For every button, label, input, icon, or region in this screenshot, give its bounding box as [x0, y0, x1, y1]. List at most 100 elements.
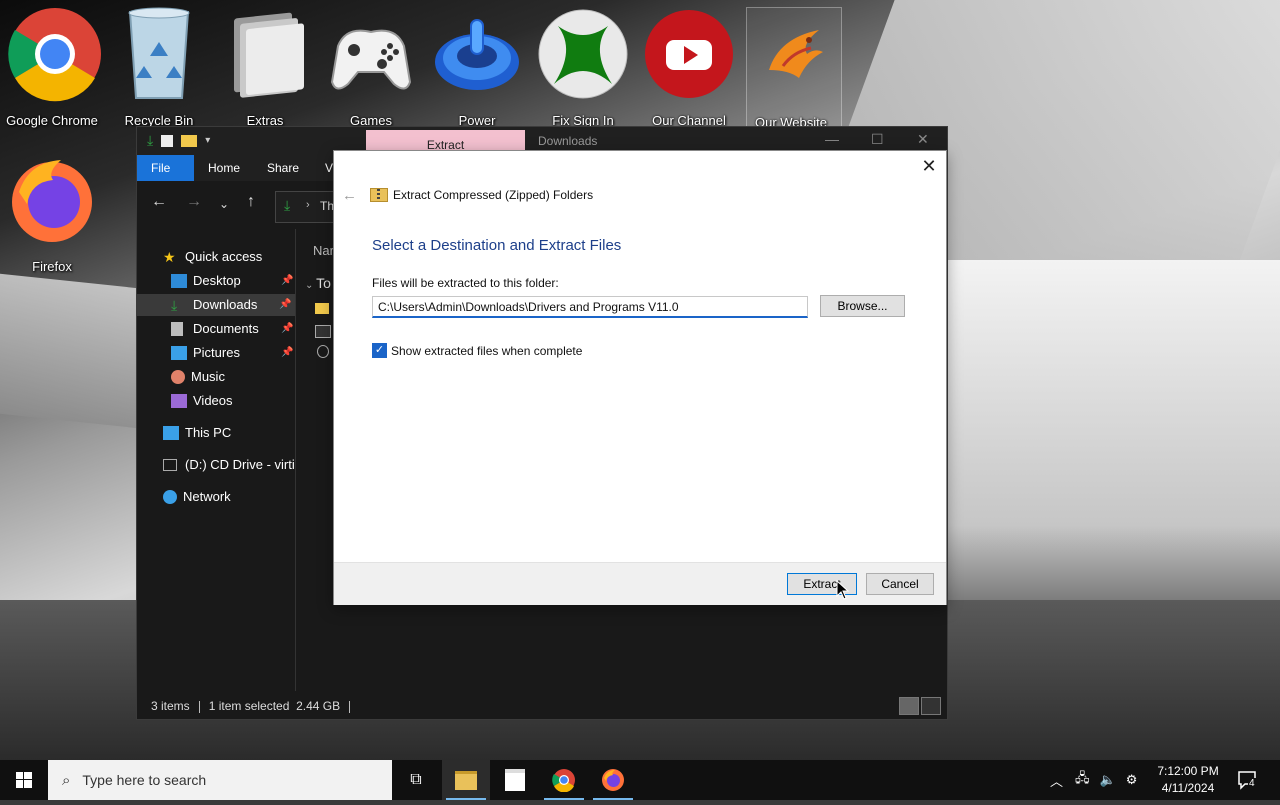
sidebar-item-downloads[interactable]: ⤓ Downloads 📌	[137, 294, 295, 316]
breadcrumb-separator-icon: ›	[306, 199, 310, 211]
address-text: Th	[320, 199, 335, 213]
download-arrow-icon[interactable]: ⤓	[147, 132, 153, 149]
desktop-icon-recycle-bin[interactable]: Recycle Bin	[109, 6, 209, 128]
download-arrow-icon: ⤓	[284, 197, 291, 213]
sidebar-item-this-pc[interactable]: This PC	[163, 422, 231, 444]
tab-home[interactable]: Home	[194, 155, 254, 181]
search-placeholder: Type here to search	[82, 772, 207, 788]
large-icons-view-icon[interactable]	[921, 697, 941, 715]
desktop-icon-games[interactable]: Games	[321, 6, 421, 128]
show-files-checkbox[interactable]: ✓	[372, 343, 387, 358]
sidebar-item-desktop[interactable]: Desktop 📌	[171, 270, 293, 292]
phoenix-logo-icon	[769, 30, 823, 78]
system-tray: ︿ 🖧 🔈 ⚙	[1050, 760, 1137, 800]
chrome-icon	[552, 769, 575, 792]
chevron-down-icon: ⌄	[305, 280, 317, 291]
desktop-icon-power[interactable]: Power	[427, 6, 527, 128]
file-item-zip-icon[interactable]	[317, 345, 329, 358]
search-icon: ⌕	[62, 771, 71, 789]
taskbar-file-explorer[interactable]	[442, 760, 490, 800]
tab-share[interactable]: Share	[253, 155, 313, 181]
desktop-icon-extras[interactable]: Extras	[215, 6, 315, 128]
desktop-icon-our-channel[interactable]: Our Channel	[639, 6, 739, 128]
sidebar-item-quick-access[interactable]: ★ Quick access	[163, 246, 262, 268]
youtube-icon	[645, 10, 733, 98]
destination-path-input[interactable]	[372, 296, 808, 318]
taskbar-firefox[interactable]	[589, 760, 637, 800]
file-item-app-icon[interactable]	[315, 325, 331, 338]
recycle-bin-icon	[128, 7, 190, 99]
minimize-icon[interactable]: —	[825, 131, 839, 147]
status-bar: 3 items 1 item selected 2.44 GB	[137, 693, 947, 719]
sidebar-item-music[interactable]: Music	[171, 366, 225, 388]
sidebar-item-videos[interactable]: Videos	[171, 390, 233, 412]
desktop-icon-google-chrome[interactable]: Google Chrome	[2, 6, 102, 128]
star-icon: ★	[163, 249, 176, 265]
destination-label: Files will be extracted to this folder:	[372, 276, 559, 290]
desktop-icon-our-website[interactable]: Our Website	[746, 7, 842, 130]
chevron-down-icon[interactable]: ▾	[205, 135, 210, 146]
taskbar-store[interactable]	[491, 760, 539, 800]
back-arrow-icon[interactable]: ←	[342, 187, 357, 204]
cd-drive-icon	[163, 459, 177, 471]
picture-icon	[171, 346, 187, 360]
taskbar-search[interactable]: ⌕ Type here to search	[48, 760, 392, 800]
view-toggle	[899, 697, 941, 715]
folder-stack-icon	[234, 12, 304, 98]
cancel-button[interactable]: Cancel	[866, 573, 934, 595]
status-size: 2.44 GB	[296, 699, 341, 713]
computer-icon	[163, 426, 179, 440]
up-arrow-icon[interactable]: ↑	[247, 193, 255, 211]
close-icon[interactable]: ✕	[918, 155, 940, 177]
group-header[interactable]: ⌄ To	[305, 275, 331, 291]
taskbar-clock[interactable]: 7:12:00 PM 4/11/2024	[1150, 763, 1226, 797]
show-files-label: Show extracted files when complete	[391, 343, 583, 358]
show-files-option[interactable]: ✓ Show extracted files when complete	[372, 343, 582, 358]
taskbar: ⌕ Type here to search ⧉ ︿ 🖧 🔈 ⚙ 7:12:00	[0, 760, 1280, 800]
sidebar-item-pictures[interactable]: Pictures 📌	[171, 342, 293, 364]
column-header-name[interactable]: Nar	[313, 243, 334, 258]
xbox-icon	[538, 9, 628, 99]
show-hidden-icons-chevron-icon[interactable]: ︿	[1050, 771, 1063, 790]
details-view-icon[interactable]	[899, 697, 919, 715]
status-selected: 1 item selected	[208, 699, 290, 713]
new-folder-icon[interactable]	[181, 134, 198, 147]
extract-dialog: ✕ ← Extract Compressed (Zipped) Folders …	[333, 150, 947, 605]
browse-button[interactable]: Browse...	[820, 295, 905, 317]
store-bag-icon	[505, 769, 525, 791]
sidebar-item-network[interactable]: Network	[163, 486, 231, 508]
sidebar-item-documents[interactable]: Documents 📌	[171, 318, 293, 340]
back-arrow-icon[interactable]: ←	[151, 193, 167, 211]
dialog-heading: Select a Destination and Extract Files	[372, 237, 622, 254]
pin-icon: 📌	[281, 275, 294, 286]
close-window-icon[interactable]: ✕	[917, 131, 929, 148]
window-title: Downloads	[538, 134, 598, 148]
desktop-icon-firefox[interactable]: Firefox	[2, 152, 102, 274]
tab-file[interactable]: File	[137, 155, 194, 181]
dialog-footer: Extract Cancel	[334, 562, 946, 605]
network-icon[interactable]: 🖧	[1075, 769, 1090, 791]
game-controller-icon	[330, 29, 412, 90]
power-icon	[435, 19, 519, 90]
desktop-icon	[171, 274, 187, 288]
maximize-icon[interactable]: ☐	[871, 131, 884, 148]
properties-icon[interactable]	[161, 134, 174, 147]
clock-date: 4/11/2024	[1161, 781, 1215, 795]
action-center-button[interactable]: 4	[1236, 768, 1262, 792]
dialog-header: Extract Compressed (Zipped) Folders	[370, 188, 593, 202]
file-item-folder-icon[interactable]	[315, 303, 329, 314]
settings-gear-icon[interactable]: ⚙	[1126, 772, 1138, 788]
dialog-title: Extract Compressed (Zipped) Folders	[393, 188, 594, 202]
clock-time: 7:12:00 PM	[1157, 764, 1219, 778]
taskbar-chrome[interactable]	[540, 760, 588, 800]
volume-muted-icon[interactable]: 🔈	[1100, 772, 1116, 788]
pin-icon: 📌	[279, 299, 292, 310]
start-button[interactable]	[0, 760, 48, 800]
forward-arrow-icon[interactable]: →	[186, 193, 202, 211]
windows-logo-icon	[16, 772, 32, 788]
recent-locations-chevron-icon[interactable]: ⌄	[219, 197, 229, 211]
desktop-icon-fix-sign-in[interactable]: Fix Sign In	[533, 6, 633, 128]
task-view-icon: ⧉	[410, 771, 422, 788]
task-view-button[interactable]: ⧉	[392, 760, 440, 800]
sidebar-item-cd-drive[interactable]: (D:) CD Drive - virti	[163, 454, 295, 476]
